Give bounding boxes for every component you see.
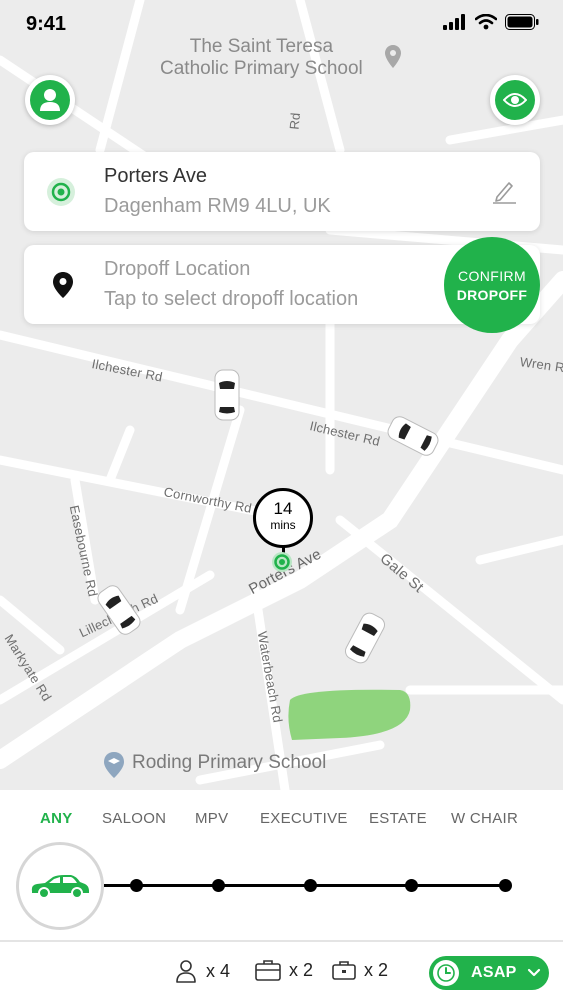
- pickup-title: Porters Ave: [104, 165, 208, 187]
- passenger-count: x 4: [206, 960, 231, 981]
- tab-saloon[interactable]: SALOON: [102, 810, 166, 827]
- confirm-dropoff-button[interactable]: CONFIRM DROPOFF: [444, 237, 540, 333]
- road-label-top: Rd: [286, 111, 303, 131]
- confirm-label-line2: DROPOFF: [456, 286, 528, 303]
- car-icon: [31, 875, 89, 899]
- park-area: [288, 689, 411, 740]
- tab-executive[interactable]: EXECUTIVE: [260, 810, 348, 827]
- vehicle-type-tabs: ANY SALOON MPV EXECUTIVE ESTATE W CHAIR: [0, 810, 563, 830]
- confirm-label-line1: CONFIRM: [457, 267, 527, 284]
- person-icon: [40, 89, 60, 111]
- luggage-count: x 2: [289, 959, 314, 980]
- vehicle-slider-thumb[interactable]: [16, 842, 104, 930]
- clock-icon: [437, 964, 455, 982]
- hand-luggage-capacity: x 2: [332, 959, 388, 981]
- taxi-car-icon[interactable]: [214, 369, 240, 421]
- wifi-icon: [475, 14, 497, 30]
- slider-stop[interactable]: [212, 879, 225, 892]
- location-dot-icon: [47, 178, 75, 206]
- battery-icon: [505, 14, 539, 30]
- pencil-icon[interactable]: [491, 178, 517, 204]
- poi-school-bottom[interactable]: Roding Primary School: [132, 752, 326, 774]
- slider-stop[interactable]: [499, 879, 512, 892]
- hand-luggage-count: x 2: [364, 959, 389, 980]
- asap-label: ASAP: [471, 964, 517, 981]
- status-time: 9:41: [26, 13, 67, 35]
- dropoff-subtitle: Tap to select dropoff location: [104, 288, 359, 310]
- briefcase-icon: [332, 961, 356, 980]
- luggage-capacity: x 2: [255, 959, 313, 981]
- map-pin-icon: [53, 272, 73, 298]
- passenger-capacity: x 4: [174, 959, 230, 983]
- pickup-card[interactable]: Porters Ave Dagenham RM9 4LU, UK: [24, 152, 540, 231]
- chevron-down-icon: [527, 968, 540, 977]
- tab-mpv[interactable]: MPV: [195, 810, 228, 827]
- eta-bubble: 14 mins: [253, 488, 313, 548]
- status-bar: 9:41: [0, 0, 563, 48]
- tab-any[interactable]: ANY: [40, 810, 73, 827]
- eta-unit: mins: [270, 518, 296, 532]
- person-outline-icon: [176, 960, 196, 983]
- profile-button[interactable]: [25, 75, 75, 125]
- slider-stop[interactable]: [304, 879, 317, 892]
- booking-options-bar: x 4 x 2 x 2 ASAP: [0, 942, 563, 1000]
- map-roads: [0, 0, 563, 790]
- suitcase-icon: [255, 960, 281, 981]
- tab-w-chair[interactable]: W CHAIR: [451, 810, 518, 827]
- asap-button[interactable]: ASAP: [429, 956, 549, 990]
- tab-estate[interactable]: ESTATE: [369, 810, 427, 827]
- slider-stop[interactable]: [405, 879, 418, 892]
- eta-value: 14: [273, 499, 293, 518]
- school-pin-icon: [104, 752, 124, 778]
- vehicle-panel: ANY SALOON MPV EXECUTIVE ESTATE W CHAIR …: [0, 790, 563, 1000]
- slider-stop[interactable]: [130, 879, 143, 892]
- eye-icon: [503, 93, 527, 107]
- cellular-signal-icon: [443, 14, 465, 30]
- pickup-subtitle: Dagenham RM9 4LU, UK: [104, 195, 331, 217]
- view-toggle-button[interactable]: [490, 75, 540, 125]
- map-view[interactable]: The Saint Teresa Catholic Primary School…: [0, 0, 563, 790]
- dropoff-title: Dropoff Location: [104, 258, 251, 280]
- pickup-location-icon: [272, 552, 292, 572]
